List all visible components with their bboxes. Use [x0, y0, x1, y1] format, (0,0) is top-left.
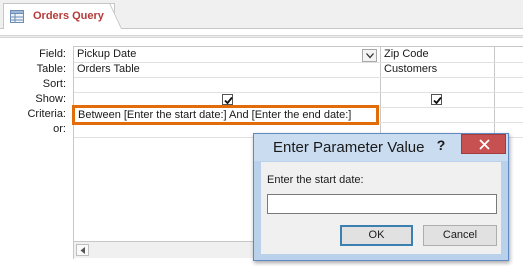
- dialog-title: Enter Parameter Value: [273, 139, 425, 156]
- document-tab-strip: Orders Query: [0, 0, 523, 30]
- ok-button[interactable]: OK: [340, 225, 413, 246]
- criteria-cell-1[interactable]: Between [Enter the start date:] And [Ent…: [72, 105, 379, 125]
- query-icon: [10, 10, 24, 23]
- show-checkbox-1[interactable]: [222, 94, 233, 105]
- dialog-titlebar[interactable]: Enter Parameter Value ?: [254, 134, 508, 161]
- tab-orders-query[interactable]: Orders Query: [3, 3, 115, 30]
- row-label-field: Field:: [39, 48, 66, 60]
- field-dropdown-button[interactable]: [362, 49, 377, 62]
- parameter-input[interactable]: [267, 194, 497, 214]
- field-cell-1[interactable]: Pickup Date: [77, 48, 136, 60]
- table-cell-2[interactable]: Customers: [384, 63, 437, 75]
- field-cell-2[interactable]: Zip Code: [384, 48, 429, 60]
- row-line: [74, 92, 523, 93]
- parameter-prompt: Enter the start date:: [267, 174, 364, 186]
- enter-parameter-dialog: Enter Parameter Value ? Enter the start …: [253, 133, 509, 261]
- help-button[interactable]: ?: [430, 135, 452, 156]
- tab-title: Orders Query: [33, 10, 104, 22]
- row-line: [74, 77, 523, 78]
- row-label-criteria: Criteria:: [27, 108, 66, 120]
- row-line: [74, 62, 523, 63]
- arrow-left-icon: [80, 247, 85, 254]
- chevron-down-icon: [366, 53, 374, 59]
- row-label-show: Show:: [35, 93, 66, 105]
- table-cell-1[interactable]: Orders Table: [77, 63, 140, 75]
- row-label-sort: Sort:: [42, 78, 66, 90]
- show-checkbox-2[interactable]: [431, 94, 442, 105]
- scroll-left-button[interactable]: [76, 244, 89, 256]
- close-icon: [479, 139, 490, 150]
- criteria-expression: Between [Enter the start date:] And [Ent…: [78, 109, 352, 121]
- dialog-body: Enter the start date: OK Cancel: [261, 162, 501, 254]
- close-button[interactable]: [461, 134, 506, 154]
- horizontal-scrollbar[interactable]: [74, 241, 254, 258]
- row-label-table: Table:: [36, 63, 66, 75]
- cancel-button[interactable]: Cancel: [423, 225, 497, 246]
- row-label-or: or:: [53, 123, 66, 135]
- checkmark-icon: [433, 96, 442, 105]
